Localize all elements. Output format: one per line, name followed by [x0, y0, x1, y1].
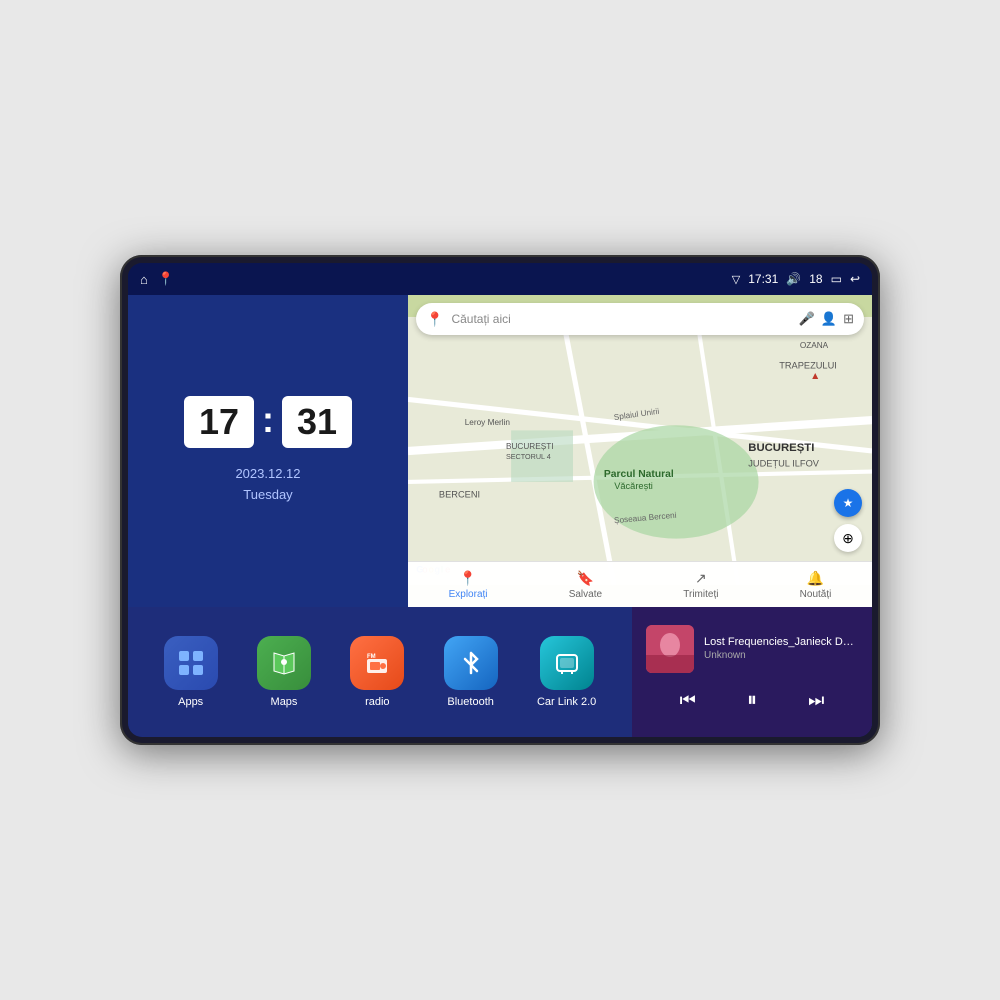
carlink-label: Car Link 2.0: [537, 696, 596, 708]
signal-icon: ▽: [732, 273, 740, 286]
send-label: Trimiteți: [683, 589, 718, 600]
app-item-apps[interactable]: Apps: [164, 636, 218, 708]
car-display-device: ⌂ 📍 ▽ 17:31 🔊 18 ▭ ↩ 17 :: [120, 255, 880, 745]
map-pin-icon: 📍: [426, 311, 443, 328]
clock-date: 2023.12.12 Tuesday: [235, 464, 300, 506]
svg-text:BERCENI: BERCENI: [439, 489, 480, 499]
music-next-button[interactable]: ⏭: [800, 686, 832, 715]
battery-icon: ▭: [831, 272, 842, 286]
svg-text:▲: ▲: [810, 371, 820, 382]
svg-text:Văcărești: Văcărești: [614, 481, 653, 491]
music-album-art: [646, 625, 694, 673]
apps-icon: [164, 636, 218, 690]
map-search-text: Căutați aici: [451, 312, 790, 326]
album-art-image: [646, 625, 694, 673]
clock-separator: :: [262, 399, 274, 441]
clock-minute: 31: [282, 396, 352, 448]
bluetooth-label: Bluetooth: [447, 696, 493, 708]
battery-level: 18: [809, 272, 822, 286]
maps-app-icon: [257, 636, 311, 690]
bluetooth-svg-icon: [457, 649, 485, 677]
music-info: Lost Frequencies_Janieck Devy-... Unknow…: [646, 625, 858, 673]
map-nav-saved[interactable]: 🔖 Salvate: [569, 570, 602, 600]
volume-icon: 🔊: [786, 272, 801, 286]
map-bottom-nav: 📍 Explorați 🔖 Salvate ↗ Trimiteți 🔔: [408, 561, 872, 607]
status-time: 17:31: [748, 272, 778, 286]
explore-icon: 📍: [459, 570, 476, 587]
svg-text:BUCUREȘTI: BUCUREȘTI: [506, 442, 554, 451]
radio-svg-icon: FM: [363, 649, 391, 677]
apps-svg-icon: [177, 649, 205, 677]
clock-display: 17 : 31: [184, 396, 352, 448]
maps-icon[interactable]: 📍: [158, 271, 174, 287]
send-icon: ↗: [695, 570, 707, 587]
radio-icon: FM: [350, 636, 404, 690]
svg-text:FM: FM: [367, 654, 376, 660]
bottom-row: Apps Maps: [128, 607, 872, 737]
status-bar: ⌂ 📍 ▽ 17:31 🔊 18 ▭ ↩: [128, 263, 872, 295]
music-artist: Unknown: [704, 650, 858, 661]
status-right-info: ▽ 17:31 🔊 18 ▭ ↩: [732, 272, 860, 286]
main-content: 17 : 31 2023.12.12 Tuesday: [128, 295, 872, 737]
svg-text:OZANA: OZANA: [800, 341, 829, 350]
explore-label: Explorați: [449, 589, 488, 600]
map-nav-news[interactable]: 🔔 Noutăți: [800, 570, 832, 600]
saved-label: Salvate: [569, 589, 602, 600]
saved-icon: 🔖: [577, 570, 594, 587]
app-item-maps[interactable]: Maps: [257, 636, 311, 708]
album-art-svg: [646, 625, 694, 673]
home-icon[interactable]: ⌂: [140, 272, 148, 287]
apps-label: Apps: [178, 696, 203, 708]
music-player: Lost Frequencies_Janieck Devy-... Unknow…: [632, 607, 872, 737]
news-label: Noutăți: [800, 589, 832, 600]
car-screen: ⌂ 📍 ▽ 17:31 🔊 18 ▭ ↩ 17 :: [128, 263, 872, 737]
apps-section: Apps Maps: [128, 607, 632, 737]
map-nav-send[interactable]: ↗ Trimiteți: [683, 570, 718, 600]
svg-text:JUDEȚUL ILFOV: JUDEȚUL ILFOV: [748, 458, 820, 468]
app-item-bluetooth[interactable]: Bluetooth: [444, 636, 498, 708]
carlink-icon: [540, 636, 594, 690]
music-prev-button[interactable]: ⏮: [672, 686, 704, 715]
clock-widget: 17 : 31 2023.12.12 Tuesday: [128, 295, 408, 607]
music-controls: ⏮ ⏸ ⏭: [646, 681, 858, 720]
svg-text:SECTORUL 4: SECTORUL 4: [506, 452, 551, 461]
clock-hour: 17: [184, 396, 254, 448]
mic-icon[interactable]: 🎤: [799, 311, 815, 327]
svg-text:BUCUREȘTI: BUCUREȘTI: [748, 442, 814, 454]
music-title: Lost Frequencies_Janieck Devy-...: [704, 636, 858, 648]
maps-label: Maps: [271, 696, 298, 708]
carlink-svg-icon: [553, 649, 581, 677]
svg-text:Leroy Merlin: Leroy Merlin: [465, 418, 511, 427]
map-nav-explore[interactable]: 📍 Explorați: [449, 570, 488, 600]
map-widget[interactable]: Parcul Natural Văcărești BUCUREȘTI JUDEȚ…: [408, 295, 872, 607]
app-item-carlink[interactable]: Car Link 2.0: [537, 636, 596, 708]
news-icon: 🔔: [807, 570, 824, 587]
svg-text:Parcul Natural: Parcul Natural: [604, 469, 674, 480]
music-text: Lost Frequencies_Janieck Devy-... Unknow…: [704, 636, 858, 661]
music-play-button[interactable]: ⏸: [739, 685, 765, 716]
map-compass-button[interactable]: ⊕: [834, 524, 862, 552]
map-search-bar[interactable]: 📍 Căutați aici 🎤 👤 ⊞: [416, 303, 864, 335]
account-icon[interactable]: 👤: [821, 311, 837, 327]
map-navigate-button[interactable]: ★: [834, 489, 862, 517]
svg-text:TRAPEZULUI: TRAPEZULUI: [779, 361, 837, 371]
status-left-icons: ⌂ 📍: [140, 271, 174, 287]
radio-label: radio: [365, 696, 389, 708]
back-icon[interactable]: ↩: [850, 272, 860, 286]
bluetooth-icon: [444, 636, 498, 690]
top-row: 17 : 31 2023.12.12 Tuesday: [128, 295, 872, 607]
map-search-actions: 🎤 👤 ⊞: [799, 311, 854, 327]
app-item-radio[interactable]: FM radio: [350, 636, 404, 708]
grid-icon[interactable]: ⊞: [843, 311, 854, 327]
maps-svg-icon: [270, 649, 298, 677]
